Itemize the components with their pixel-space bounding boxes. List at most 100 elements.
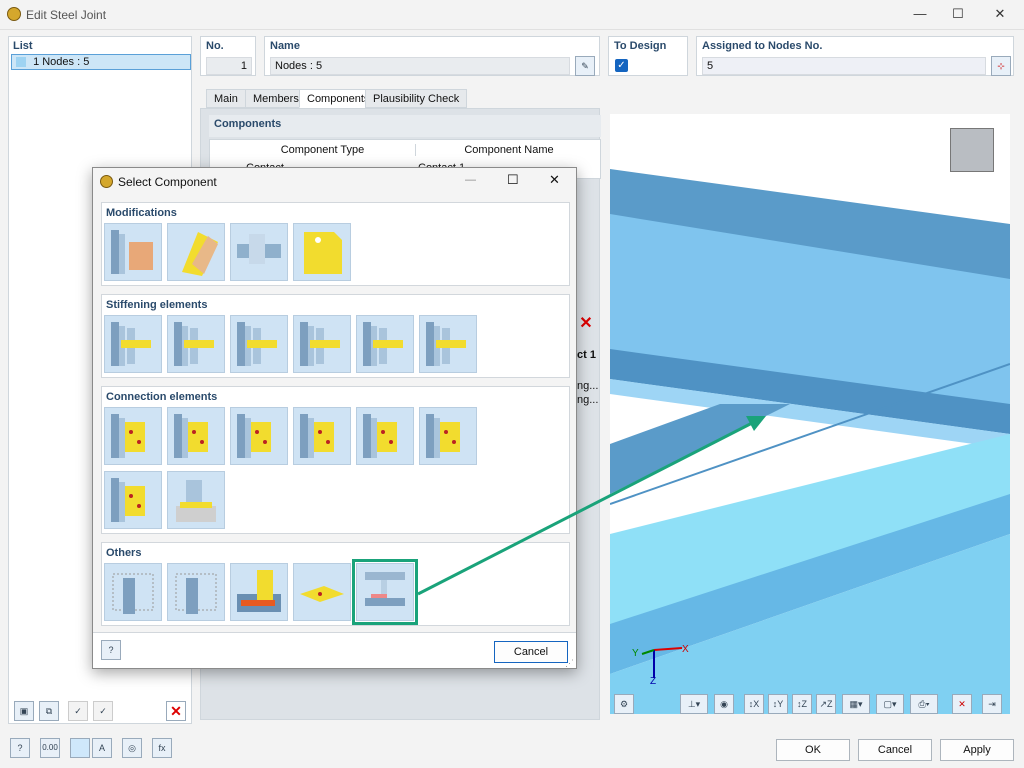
tab-main[interactable]: Main	[206, 89, 246, 108]
partial-text-1: ng...	[577, 380, 599, 392]
tile-stiffener[interactable]	[104, 315, 162, 373]
delete-icon[interactable]: ✕	[166, 701, 186, 721]
view-z-icon[interactable]: ↕Z	[792, 694, 812, 714]
components-section: Components	[209, 115, 601, 137]
tile-plate-cut[interactable]	[167, 223, 225, 281]
partial-name: ct 1	[577, 349, 596, 361]
tile-gusset-plate[interactable]	[356, 407, 414, 465]
check-all-icon[interactable]: ✓	[68, 701, 88, 721]
view-iso-icon[interactable]: ↗Z	[816, 694, 836, 714]
dialog-close-icon[interactable]: ✕	[549, 172, 560, 188]
resize-grip-icon[interactable]: ⋰	[565, 658, 574, 669]
tile-end-plate[interactable]	[104, 407, 162, 465]
tile-member-cut[interactable]	[104, 223, 162, 281]
tile-auxiliary-plate[interactable]	[230, 563, 288, 621]
minimize-icon[interactable]: —	[908, 4, 932, 24]
group-title: Modifications	[106, 207, 177, 219]
view-settings-icon[interactable]: ⚙	[614, 694, 634, 714]
tile-fin-plate-icon	[174, 414, 208, 458]
new-item-icon[interactable]: ▣	[14, 701, 34, 721]
edit-name-icon[interactable]: ✎	[575, 56, 595, 76]
box-view-icon[interactable]: ▢▾	[876, 694, 904, 714]
tile-backing-plate[interactable]	[419, 315, 477, 373]
tile-mesh[interactable]	[104, 563, 162, 621]
copy-item-icon[interactable]: ⧉	[39, 701, 59, 721]
no-label: No.	[206, 40, 224, 52]
cancel-button[interactable]: Cancel	[858, 739, 932, 761]
dialog-title-bar: Select Component — ☐ ✕	[93, 168, 576, 196]
tile-contact[interactable]	[352, 559, 418, 625]
tile-member-cut-icon	[111, 230, 153, 274]
tile-fastener[interactable]	[293, 563, 351, 621]
remove-component-icon[interactable]: ✕	[577, 315, 595, 333]
help-icon[interactable]: ?	[10, 738, 30, 758]
model-3d-view[interactable]: X Y Z	[610, 114, 1010, 714]
group-title: Others	[106, 547, 142, 559]
units-icon[interactable]: 0.00	[40, 738, 60, 758]
nodes-label: Assigned to Nodes No.	[702, 40, 823, 52]
visibility-icon[interactable]: ◉	[714, 694, 734, 714]
group-title: Connection elements	[106, 391, 218, 403]
col-name-header: Component Name	[464, 144, 554, 156]
list-header: List	[13, 40, 33, 52]
tile-flange-stiffener[interactable]	[230, 315, 288, 373]
dialog-icon	[100, 175, 113, 188]
tile-mesh-plate[interactable]	[167, 563, 225, 621]
formula-icon[interactable]: fx	[152, 738, 172, 758]
name-label: Name	[270, 40, 300, 52]
apply-button[interactable]: Apply	[940, 739, 1014, 761]
reset-view-icon[interactable]: ✕	[952, 694, 972, 714]
tile-web-stiffener[interactable]	[167, 315, 225, 373]
uncheck-all-icon[interactable]: ✓	[93, 701, 113, 721]
tile-opening-icon	[304, 232, 342, 274]
ok-button[interactable]: OK	[776, 739, 850, 761]
tile-opening[interactable]	[293, 223, 351, 281]
tile-flange-stiffener-icon	[237, 322, 277, 366]
design-checkbox[interactable]: ✓	[615, 59, 628, 72]
tile-cleat[interactable]	[293, 407, 351, 465]
view-y-icon[interactable]: ↕Y	[768, 694, 788, 714]
name-panel: Name Nodes : 5 ✎	[264, 36, 600, 76]
nodes-field[interactable]: 5	[702, 57, 986, 75]
export-icon[interactable]: ⇥	[982, 694, 1002, 714]
tile-base-plate[interactable]	[167, 471, 225, 529]
print-icon[interactable]: ⎙▾	[910, 694, 938, 714]
name-field[interactable]: Nodes : 5	[270, 57, 570, 75]
render-mode-icon[interactable]: ▦▾	[842, 694, 870, 714]
no-panel: No. 1	[200, 36, 256, 76]
tab-plausibility[interactable]: Plausibility Check	[365, 89, 468, 108]
tile-column-connection[interactable]	[104, 471, 162, 529]
maximize-icon[interactable]: ☐	[946, 4, 970, 24]
color-icon[interactable]	[70, 738, 90, 758]
list-item[interactable]: 1 Nodes : 5	[11, 54, 191, 70]
tile-plate-cut-icon	[182, 232, 218, 276]
window-title: Edit Steel Joint	[26, 8, 107, 22]
tile-mesh-icon	[112, 573, 154, 614]
no-field[interactable]: 1	[206, 57, 252, 75]
tile-end-plate-icon	[111, 414, 145, 458]
dialog-maximize-icon[interactable]: ☐	[507, 172, 519, 188]
close-icon[interactable]: ✕	[988, 4, 1012, 24]
tile-rib[interactable]	[293, 315, 351, 373]
tile-splice-plate[interactable]	[419, 407, 477, 465]
dialog-cancel-button[interactable]: Cancel	[494, 641, 568, 663]
tile-weld-cut[interactable]	[230, 223, 288, 281]
view-cube-icon[interactable]	[950, 128, 994, 172]
tile-haunch[interactable]	[356, 315, 414, 373]
tile-contact-icon	[365, 572, 405, 606]
tile-cleat-icon	[300, 414, 334, 458]
view-x-icon[interactable]: ↕X	[744, 694, 764, 714]
list-item-label: 1 Nodes : 5	[33, 56, 90, 68]
axis-triad-icon	[641, 647, 683, 678]
design-panel: To Design ✓	[608, 36, 688, 76]
pick-node-icon[interactable]: ⊹	[991, 56, 1011, 76]
view-icon[interactable]: ◎	[122, 738, 142, 758]
tile-mesh-plate-icon	[175, 573, 217, 614]
tile-bolted-plate[interactable]	[230, 407, 288, 465]
dialog-minimize-icon[interactable]: —	[465, 174, 476, 186]
axes-dropdown-icon[interactable]: ⊥▾	[680, 694, 708, 714]
text-icon[interactable]: A	[92, 738, 112, 758]
dialog-help-icon[interactable]: ?	[101, 640, 121, 660]
tab-members[interactable]: Members	[245, 89, 307, 108]
tile-fin-plate[interactable]	[167, 407, 225, 465]
